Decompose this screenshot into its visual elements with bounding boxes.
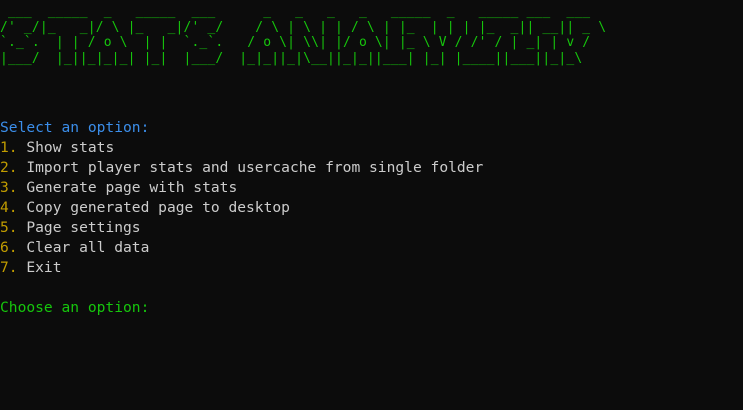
ascii-art-banner: ___ _____ _ _____ ___ _ _ _ _ _____ _ __… [0,4,606,66]
menu-item-label: Page settings [17,219,141,236]
menu-item-number: 3. [0,179,18,196]
menu-item-label: Copy generated page to desktop [17,199,290,216]
menu-header: Select an option: [0,119,150,136]
menu-item-import-stats: 2. Import player stats and usercache fro… [0,158,483,178]
banner-line: |___/ |_||_|_|_| |_| |___/ |_|_||_|\__||… [0,50,583,66]
menu-item-copy-page: 4. Copy generated page to desktop [0,198,290,218]
terminal-window[interactable]: ___ _____ _ _____ ___ _ _ _ _ _____ _ __… [0,0,743,410]
menu-item-exit: 7. Exit [0,258,62,278]
menu-item-label: Import player stats and usercache from s… [17,159,484,176]
menu-item-number: 2. [0,159,18,176]
menu-item-label: Exit [17,259,62,276]
menu-item-number: 7. [0,259,18,276]
menu-item-number: 5. [0,219,18,236]
menu-item-number: 4. [0,199,18,216]
menu-item-label: Generate page with stats [17,179,238,196]
menu-item-show-stats: 1. Show stats [0,138,114,158]
menu-item-clear-data: 6. Clear all data [0,238,149,258]
menu-item-label: Clear all data [17,239,150,256]
prompt-text: Choose an option: [0,299,150,316]
menu-item-page-settings: 5. Page settings [0,218,141,238]
banner-line: `._`. | | / o \ | | `._`. / o \| \\| |/ … [0,35,591,50]
choose-option-prompt[interactable]: Choose an option: [0,298,149,318]
menu-item-number: 6. [0,239,18,256]
menu-item-label: Show stats [17,139,115,156]
banner-line: /' _/|_ _|/ \ |_ _|/' _/ / \ | \ | | / \… [0,19,607,35]
menu-item-number: 1. [0,139,18,156]
banner-line: ___ _____ _ _____ ___ _ _ _ _ _____ _ __… [0,4,599,19]
menu-item-generate-page: 3. Generate page with stats [0,178,237,198]
